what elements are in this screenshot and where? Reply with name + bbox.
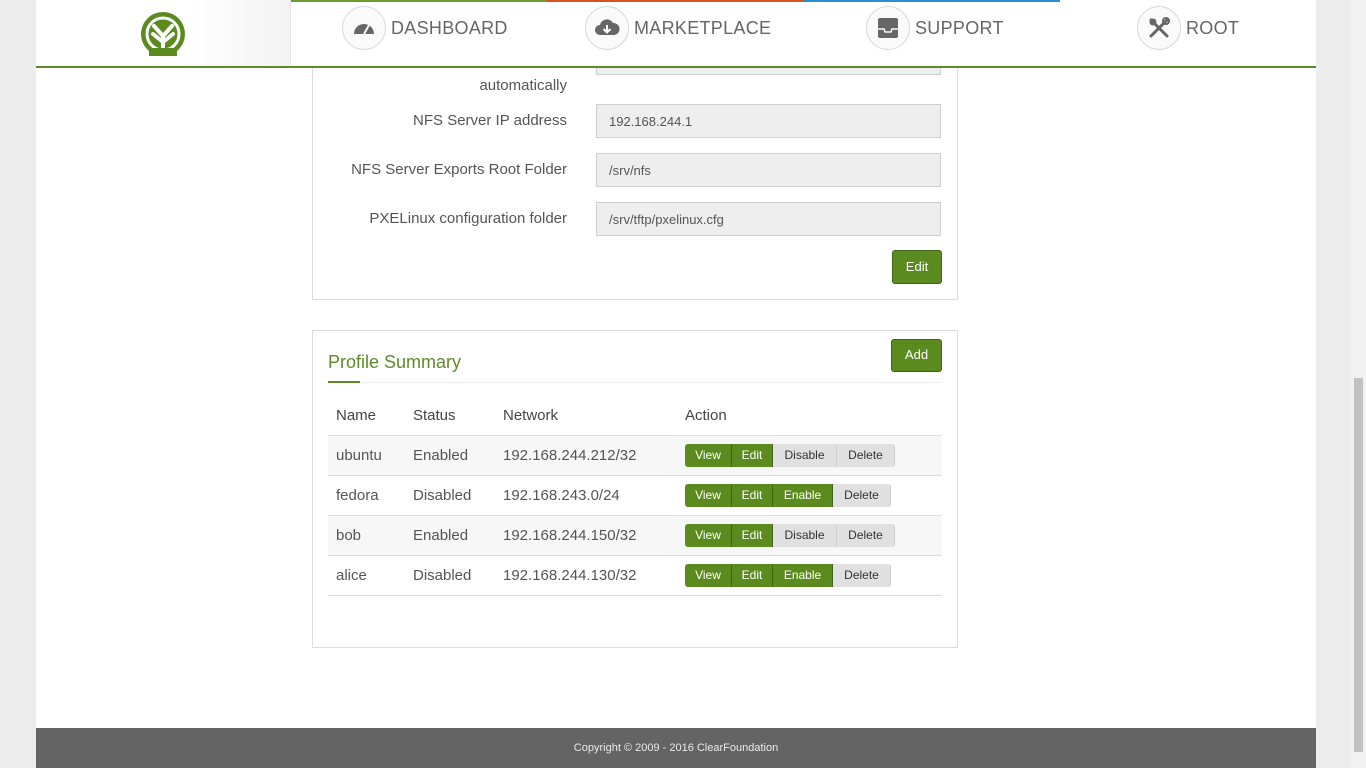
- edit-button[interactable]: Edit: [732, 523, 773, 547]
- nav-support[interactable]: SUPPORT: [866, 6, 1004, 50]
- table-row: bob Enabled 192.168.244.150/32 View Edit…: [328, 515, 942, 556]
- column-header-network: Network: [495, 397, 677, 436]
- disable-button[interactable]: Disable: [773, 523, 837, 547]
- action-button-group: View Edit Enable Delete: [685, 483, 942, 507]
- profile-name: ubuntu: [328, 435, 405, 476]
- settings-edit-button[interactable]: Edit: [892, 250, 942, 284]
- tools-icon: [1137, 6, 1181, 50]
- speedometer-icon: [342, 6, 386, 50]
- nav-dashboard[interactable]: DASHBOARD: [342, 6, 508, 50]
- section-title: Profile Summary: [328, 352, 462, 372]
- view-button[interactable]: View: [685, 443, 732, 467]
- view-button[interactable]: View: [685, 563, 732, 587]
- view-button[interactable]: View: [685, 523, 732, 547]
- profile-name: fedora: [328, 475, 405, 516]
- support-accent-stripe: [804, 0, 1060, 2]
- enable-button[interactable]: Enable: [773, 483, 833, 507]
- pxelinux-field: /srv/tftp/pxelinux.cfg: [596, 202, 941, 236]
- table-header-row: Name Status Network Action: [328, 397, 942, 436]
- form-row-nfs-ip: NFS Server IP address 192.168.244.1: [313, 104, 959, 138]
- form-row-pxelinux: PXELinux configuration folder /srv/tftp/…: [313, 202, 959, 236]
- vertical-scrollbar[interactable]: [1351, 0, 1366, 768]
- edit-button[interactable]: Edit: [732, 483, 773, 507]
- logo-area[interactable]: [36, 0, 291, 66]
- profile-summary-panel: Profile Summary Add Name Status Network …: [312, 330, 958, 648]
- footer: Copyright © 2009 - 2016 ClearFoundation: [36, 728, 1316, 768]
- cloud-download-icon: [585, 6, 629, 50]
- page: DASHBOARD MARKETPLACE SUPPORT ROOT autom…: [36, 0, 1316, 768]
- profile-network: 192.168.244.150/32: [495, 515, 677, 556]
- form-label-pxelinux: PXELinux configuration folder: [369, 210, 567, 227]
- nfs-root-field: /srv/nfs: [596, 153, 941, 187]
- disable-button[interactable]: Disable: [773, 443, 837, 467]
- inbox-icon: [866, 6, 910, 50]
- form-label-partial: automatically: [479, 77, 567, 94]
- scrollbar-thumb[interactable]: [1354, 378, 1363, 752]
- clearos-logo-icon[interactable]: [141, 12, 185, 56]
- profile-status: Enabled: [405, 515, 495, 556]
- nav-dashboard-label: DASHBOARD: [391, 17, 508, 38]
- action-button-group: View Edit Disable Delete: [685, 443, 942, 467]
- nfs-ip-field: 192.168.244.1: [596, 104, 941, 138]
- action-button-group: View Edit Enable Delete: [685, 563, 942, 587]
- profile-status: Disabled: [405, 475, 495, 516]
- table-row: ubuntu Enabled 192.168.244.212/32 View E…: [328, 435, 942, 476]
- enable-button[interactable]: Enable: [773, 563, 833, 587]
- profile-name: alice: [328, 555, 405, 596]
- profile-status: Disabled: [405, 555, 495, 596]
- title-rule: [328, 382, 942, 383]
- add-profile-button[interactable]: Add: [891, 339, 942, 372]
- form-label-nfs-root: NFS Server Exports Root Folder: [351, 161, 567, 178]
- profile-actions: View Edit Disable Delete: [677, 515, 942, 556]
- profile-actions: View Edit Enable Delete: [677, 475, 942, 516]
- nav-marketplace-label: MARKETPLACE: [634, 17, 772, 38]
- delete-button[interactable]: Delete: [837, 523, 895, 547]
- profile-network: 192.168.243.0/24: [495, 475, 677, 516]
- profiles-table: Name Status Network Action ubuntu Enable…: [328, 397, 942, 596]
- profile-status: Enabled: [405, 435, 495, 476]
- edit-button[interactable]: Edit: [732, 443, 773, 467]
- column-header-action: Action: [677, 397, 942, 436]
- form-row-nfs-root: NFS Server Exports Root Folder /srv/nfs: [313, 153, 959, 187]
- marketplace-accent-stripe: [546, 0, 804, 2]
- copyright-text: Copyright © 2009 - 2016 ClearFoundation: [573, 742, 779, 754]
- form-label-nfs-ip: NFS Server IP address: [413, 112, 567, 129]
- delete-button[interactable]: Delete: [833, 483, 891, 507]
- profile-actions: View Edit Disable Delete: [677, 435, 942, 476]
- delete-button[interactable]: Delete: [837, 443, 895, 467]
- delete-button[interactable]: Delete: [833, 563, 891, 587]
- title-underline: [328, 381, 360, 383]
- nav-marketplace[interactable]: MARKETPLACE: [585, 6, 771, 50]
- nav-support-label: SUPPORT: [915, 17, 1004, 38]
- edit-button[interactable]: Edit: [732, 563, 773, 587]
- nav-root[interactable]: ROOT: [1137, 6, 1239, 50]
- top-navbar: DASHBOARD MARKETPLACE SUPPORT ROOT: [36, 0, 1316, 68]
- profile-name: bob: [328, 515, 405, 556]
- profile-actions: View Edit Enable Delete: [677, 555, 942, 596]
- view-button[interactable]: View: [685, 483, 732, 507]
- column-header-name: Name: [328, 397, 405, 436]
- profile-network: 192.168.244.212/32: [495, 435, 677, 476]
- profile-network: 192.168.244.130/32: [495, 555, 677, 596]
- column-header-status: Status: [405, 397, 495, 436]
- action-button-group: View Edit Disable Delete: [685, 523, 942, 547]
- table-row: fedora Disabled 192.168.243.0/24 View Ed…: [328, 475, 942, 516]
- nav-root-label: ROOT: [1186, 17, 1240, 38]
- table-row: alice Disabled 192.168.244.130/32 View E…: [328, 555, 942, 596]
- dashboard-accent-stripe: [291, 0, 546, 2]
